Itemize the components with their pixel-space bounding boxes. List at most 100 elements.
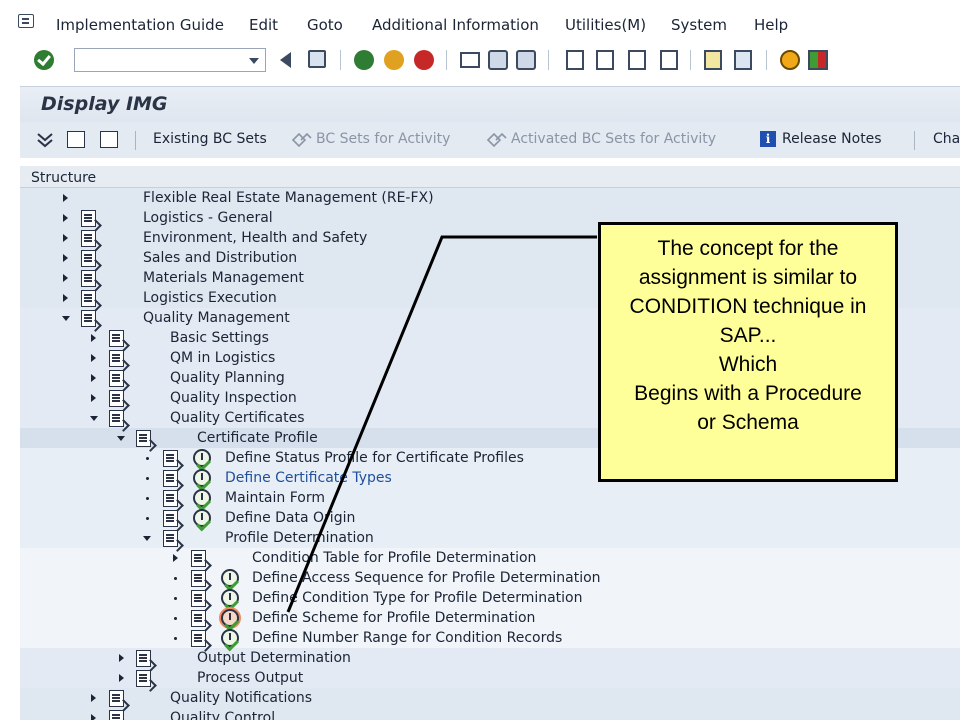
menu-help[interactable]: Help: [754, 16, 788, 34]
release-notes-button[interactable]: Release Notes: [782, 131, 882, 147]
expand-arrow-icon[interactable]: [119, 674, 124, 682]
expand-arrow-icon[interactable]: [63, 294, 68, 302]
tree-node-label[interactable]: Output Determination: [197, 650, 351, 666]
img-activity-doc-icon[interactable]: [109, 330, 124, 347]
tree-node-label[interactable]: Quality Control: [170, 710, 275, 720]
img-activity-doc-icon[interactable]: [163, 450, 178, 467]
expand-arrow-icon[interactable]: [91, 374, 96, 382]
img-activity-doc-icon[interactable]: [109, 370, 124, 387]
tree-node-label[interactable]: QM in Logistics: [170, 350, 275, 366]
menu-additional-information[interactable]: Additional Information: [372, 16, 539, 34]
tree-node-label[interactable]: Quality Management: [143, 310, 290, 326]
prev-page-icon[interactable]: [596, 50, 614, 70]
first-page-icon[interactable]: [566, 50, 584, 70]
img-activity-doc-icon[interactable]: [191, 570, 206, 587]
img-activity-doc-icon[interactable]: [136, 670, 151, 687]
command-input[interactable]: [75, 49, 243, 71]
activated-bc-sets-button[interactable]: Activated BC Sets for Activity: [511, 131, 716, 147]
tree-node-label[interactable]: Define Data Origin: [225, 510, 355, 526]
tree-node[interactable]: Define Condition Type for Profile Determ…: [20, 588, 960, 608]
img-activity-doc-icon[interactable]: [136, 430, 151, 447]
menu-edit[interactable]: Edit: [249, 16, 278, 34]
tree-node[interactable]: Flexible Real Estate Management (RE-FX): [20, 188, 960, 208]
expand-arrow-icon[interactable]: [91, 694, 96, 702]
expand-arrow-icon[interactable]: [63, 194, 68, 202]
help-icon[interactable]: [780, 50, 800, 70]
execute-clock-icon[interactable]: [193, 449, 211, 467]
tree-node[interactable]: Define Number Range for Condition Record…: [20, 628, 960, 648]
tree-node-label[interactable]: Define Status Profile for Certificate Pr…: [225, 450, 524, 466]
cancel-icon[interactable]: [414, 50, 434, 70]
execute-clock-icon[interactable]: [221, 629, 239, 647]
expand-subtree-icon[interactable]: [36, 131, 54, 148]
tree-node[interactable]: Quality Control: [20, 708, 960, 720]
img-activity-doc-icon[interactable]: [191, 610, 206, 627]
find-next-icon[interactable]: [516, 50, 536, 70]
collapse-arrow-icon[interactable]: [117, 436, 125, 441]
img-activity-doc-icon[interactable]: [163, 530, 178, 547]
enter-icon[interactable]: [34, 50, 54, 70]
save-icon[interactable]: [308, 50, 326, 68]
execute-clock-icon[interactable]: [221, 589, 239, 607]
tree-node[interactable]: Output Determination: [20, 648, 960, 668]
tree-node-label[interactable]: Condition Table for Profile Determinatio…: [252, 550, 536, 566]
tree-node[interactable]: Define Data Origin: [20, 508, 960, 528]
last-page-icon[interactable]: [660, 50, 678, 70]
expand-arrow-icon[interactable]: [119, 654, 124, 662]
tree-node-label[interactable]: Quality Notifications: [170, 690, 312, 706]
tree-node-label[interactable]: Materials Management: [143, 270, 304, 286]
tree-node-label[interactable]: Define Number Range for Condition Record…: [252, 630, 562, 646]
tree-node-label[interactable]: Profile Determination: [225, 530, 374, 546]
execute-clock-icon[interactable]: [221, 569, 239, 587]
img-activity-doc-icon[interactable]: [136, 650, 151, 667]
tree-node-label[interactable]: Define Access Sequence for Profile Deter…: [252, 570, 601, 586]
img-activity-doc-icon[interactable]: [191, 590, 206, 607]
expand-arrow-icon[interactable]: [63, 254, 68, 262]
tree-node-label[interactable]: Logistics Execution: [143, 290, 277, 306]
layout-icon[interactable]: [808, 50, 828, 70]
expand-arrow-icon[interactable]: [63, 234, 68, 242]
menu-implementation-guide[interactable]: Implementation Guide: [56, 16, 224, 34]
expand-arrow-icon[interactable]: [63, 214, 68, 222]
tree-node-label[interactable]: Quality Planning: [170, 370, 285, 386]
expand-arrow-icon[interactable]: [91, 394, 96, 402]
where-used-icon[interactable]: [100, 131, 118, 148]
tree-node-label[interactable]: Certificate Profile: [197, 430, 318, 446]
exit-icon[interactable]: [384, 50, 404, 70]
expand-arrow-icon[interactable]: [91, 714, 96, 720]
tree-node[interactable]: Condition Table for Profile Determinatio…: [20, 548, 960, 568]
img-activity-doc-icon[interactable]: [81, 310, 96, 327]
img-activity-doc-icon[interactable]: [81, 210, 96, 227]
img-activity-doc-icon[interactable]: [81, 230, 96, 247]
collapse-arrow-icon[interactable]: [62, 316, 70, 321]
execute-clock-icon[interactable]: [193, 509, 211, 527]
execute-clock-icon-highlighted[interactable]: [221, 609, 239, 627]
back-nav-icon[interactable]: [354, 50, 374, 70]
img-activity-doc-icon[interactable]: [163, 470, 178, 487]
tree-node-label[interactable]: Logistics - General: [143, 210, 273, 226]
command-field[interactable]: [74, 48, 266, 72]
tree-node[interactable]: Profile Determination: [20, 528, 960, 548]
next-page-icon[interactable]: [628, 50, 646, 70]
expand-arrow-icon[interactable]: [63, 274, 68, 282]
collapse-arrow-icon[interactable]: [90, 416, 98, 421]
img-activity-doc-icon[interactable]: [81, 290, 96, 307]
bc-sets-for-activity-button[interactable]: BC Sets for Activity: [316, 131, 450, 147]
img-activity-doc-icon[interactable]: [109, 690, 124, 707]
execute-clock-icon[interactable]: [193, 469, 211, 487]
expand-arrow-icon[interactable]: [91, 354, 96, 362]
img-activity-doc-icon[interactable]: [163, 510, 178, 527]
img-activity-doc-icon[interactable]: [191, 550, 206, 567]
menu-goto[interactable]: Goto: [307, 16, 343, 34]
img-activity-doc-icon[interactable]: [81, 270, 96, 287]
print-icon[interactable]: [460, 52, 480, 68]
img-activity-doc-icon[interactable]: [109, 350, 124, 367]
create-session-icon[interactable]: [704, 50, 722, 70]
change-log-button[interactable]: Cha: [933, 131, 960, 147]
img-activity-doc-icon[interactable]: [109, 390, 124, 407]
tree-node-label[interactable]: Environment, Health and Safety: [143, 230, 367, 246]
chevron-down-icon[interactable]: [249, 58, 259, 64]
menu-utilities[interactable]: Utilities(M): [565, 16, 646, 34]
tree-node[interactable]: Define Access Sequence for Profile Deter…: [20, 568, 960, 588]
shortcut-icon[interactable]: [734, 50, 752, 70]
